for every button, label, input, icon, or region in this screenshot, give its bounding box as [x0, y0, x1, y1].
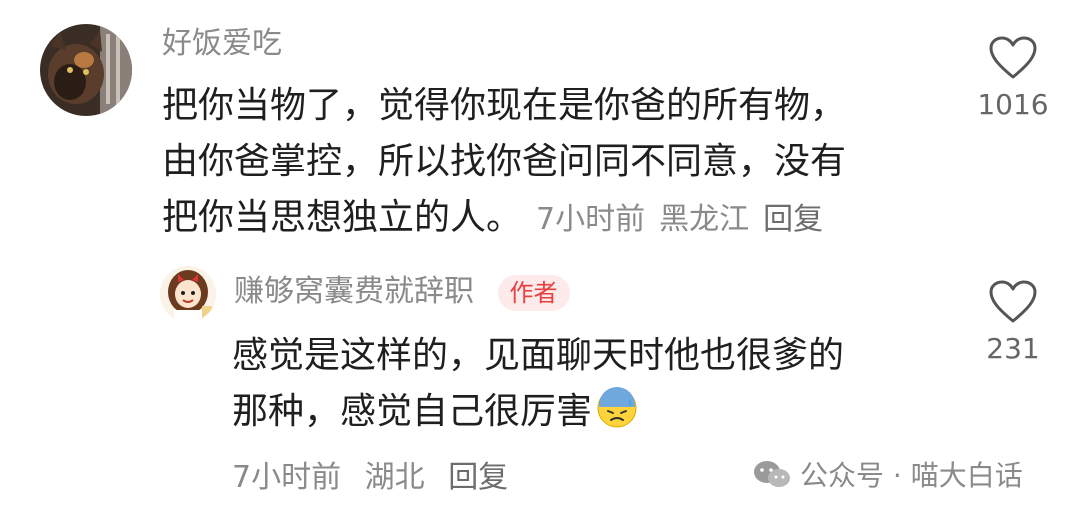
- reply-username[interactable]: 赚够窝囊费就辞职: [234, 274, 474, 309]
- heart-icon: [989, 36, 1037, 79]
- cold-sweat-emoji-icon: [597, 387, 637, 428]
- comment-body[interactable]: 把你当物了，觉得你现在是你爸的所有物， 由你爸掌控，所以找你爸问同不同意，没有 …: [162, 78, 846, 248]
- reply-time: 7小时前: [232, 460, 342, 495]
- wechat-icon: [754, 461, 790, 487]
- reply-username-row: 赚够窝囊费就辞职 作者: [234, 274, 570, 311]
- reply-avatar[interactable]: [160, 266, 216, 322]
- heart-icon: [989, 280, 1037, 323]
- comment-location: 黑龙江: [659, 202, 750, 237]
- comment-line: 把你当思想独立的人。 7小时前 黑龙江 回复: [162, 190, 846, 248]
- like-count: 1016: [977, 88, 1049, 121]
- comment-line: 由你爸掌控，所以找你爸问同不同意，没有: [162, 141, 847, 182]
- reply-line-text: 那种，感觉自己很厉害: [232, 391, 593, 432]
- reply-meta: 7小时前 湖北 回复: [232, 452, 522, 496]
- cartoon-girl-avatar-icon: [160, 266, 216, 322]
- reply-line: 那种，感觉自己很厉害: [232, 384, 844, 440]
- reply-reply-button[interactable]: 回复: [448, 460, 508, 495]
- watermark: 公众号 · 喵大白话: [752, 454, 1023, 494]
- author-badge: 作者: [497, 274, 570, 311]
- like-count: 231: [986, 332, 1040, 365]
- reply-body[interactable]: 感觉是这样的，见面聊天时他也很爹的 那种，感觉自己很厉害: [232, 328, 844, 440]
- cat-photo-avatar-icon: [40, 24, 132, 116]
- reply-button[interactable]: 回复: [763, 202, 823, 237]
- reply-line: 感觉是这样的，见面聊天时他也很爹的: [232, 335, 845, 376]
- comment-meta: 7小时前 黑龙江 回复: [536, 202, 837, 237]
- reply-location: 湖北: [364, 460, 425, 495]
- user-avatar[interactable]: [40, 24, 132, 116]
- reply-like-button[interactable]: 231: [958, 280, 1068, 366]
- comment-line: 把你当物了，觉得你现在是你爸的所有物，: [162, 85, 847, 126]
- like-button[interactable]: 1016: [958, 36, 1068, 122]
- watermark-text: 公众号 · 喵大白话: [800, 459, 1023, 492]
- comment-time: 7小时前: [536, 202, 646, 237]
- comment-username[interactable]: 好饭爱吃: [162, 26, 282, 62]
- comment-line-text: 把你当思想独立的人。: [162, 197, 523, 238]
